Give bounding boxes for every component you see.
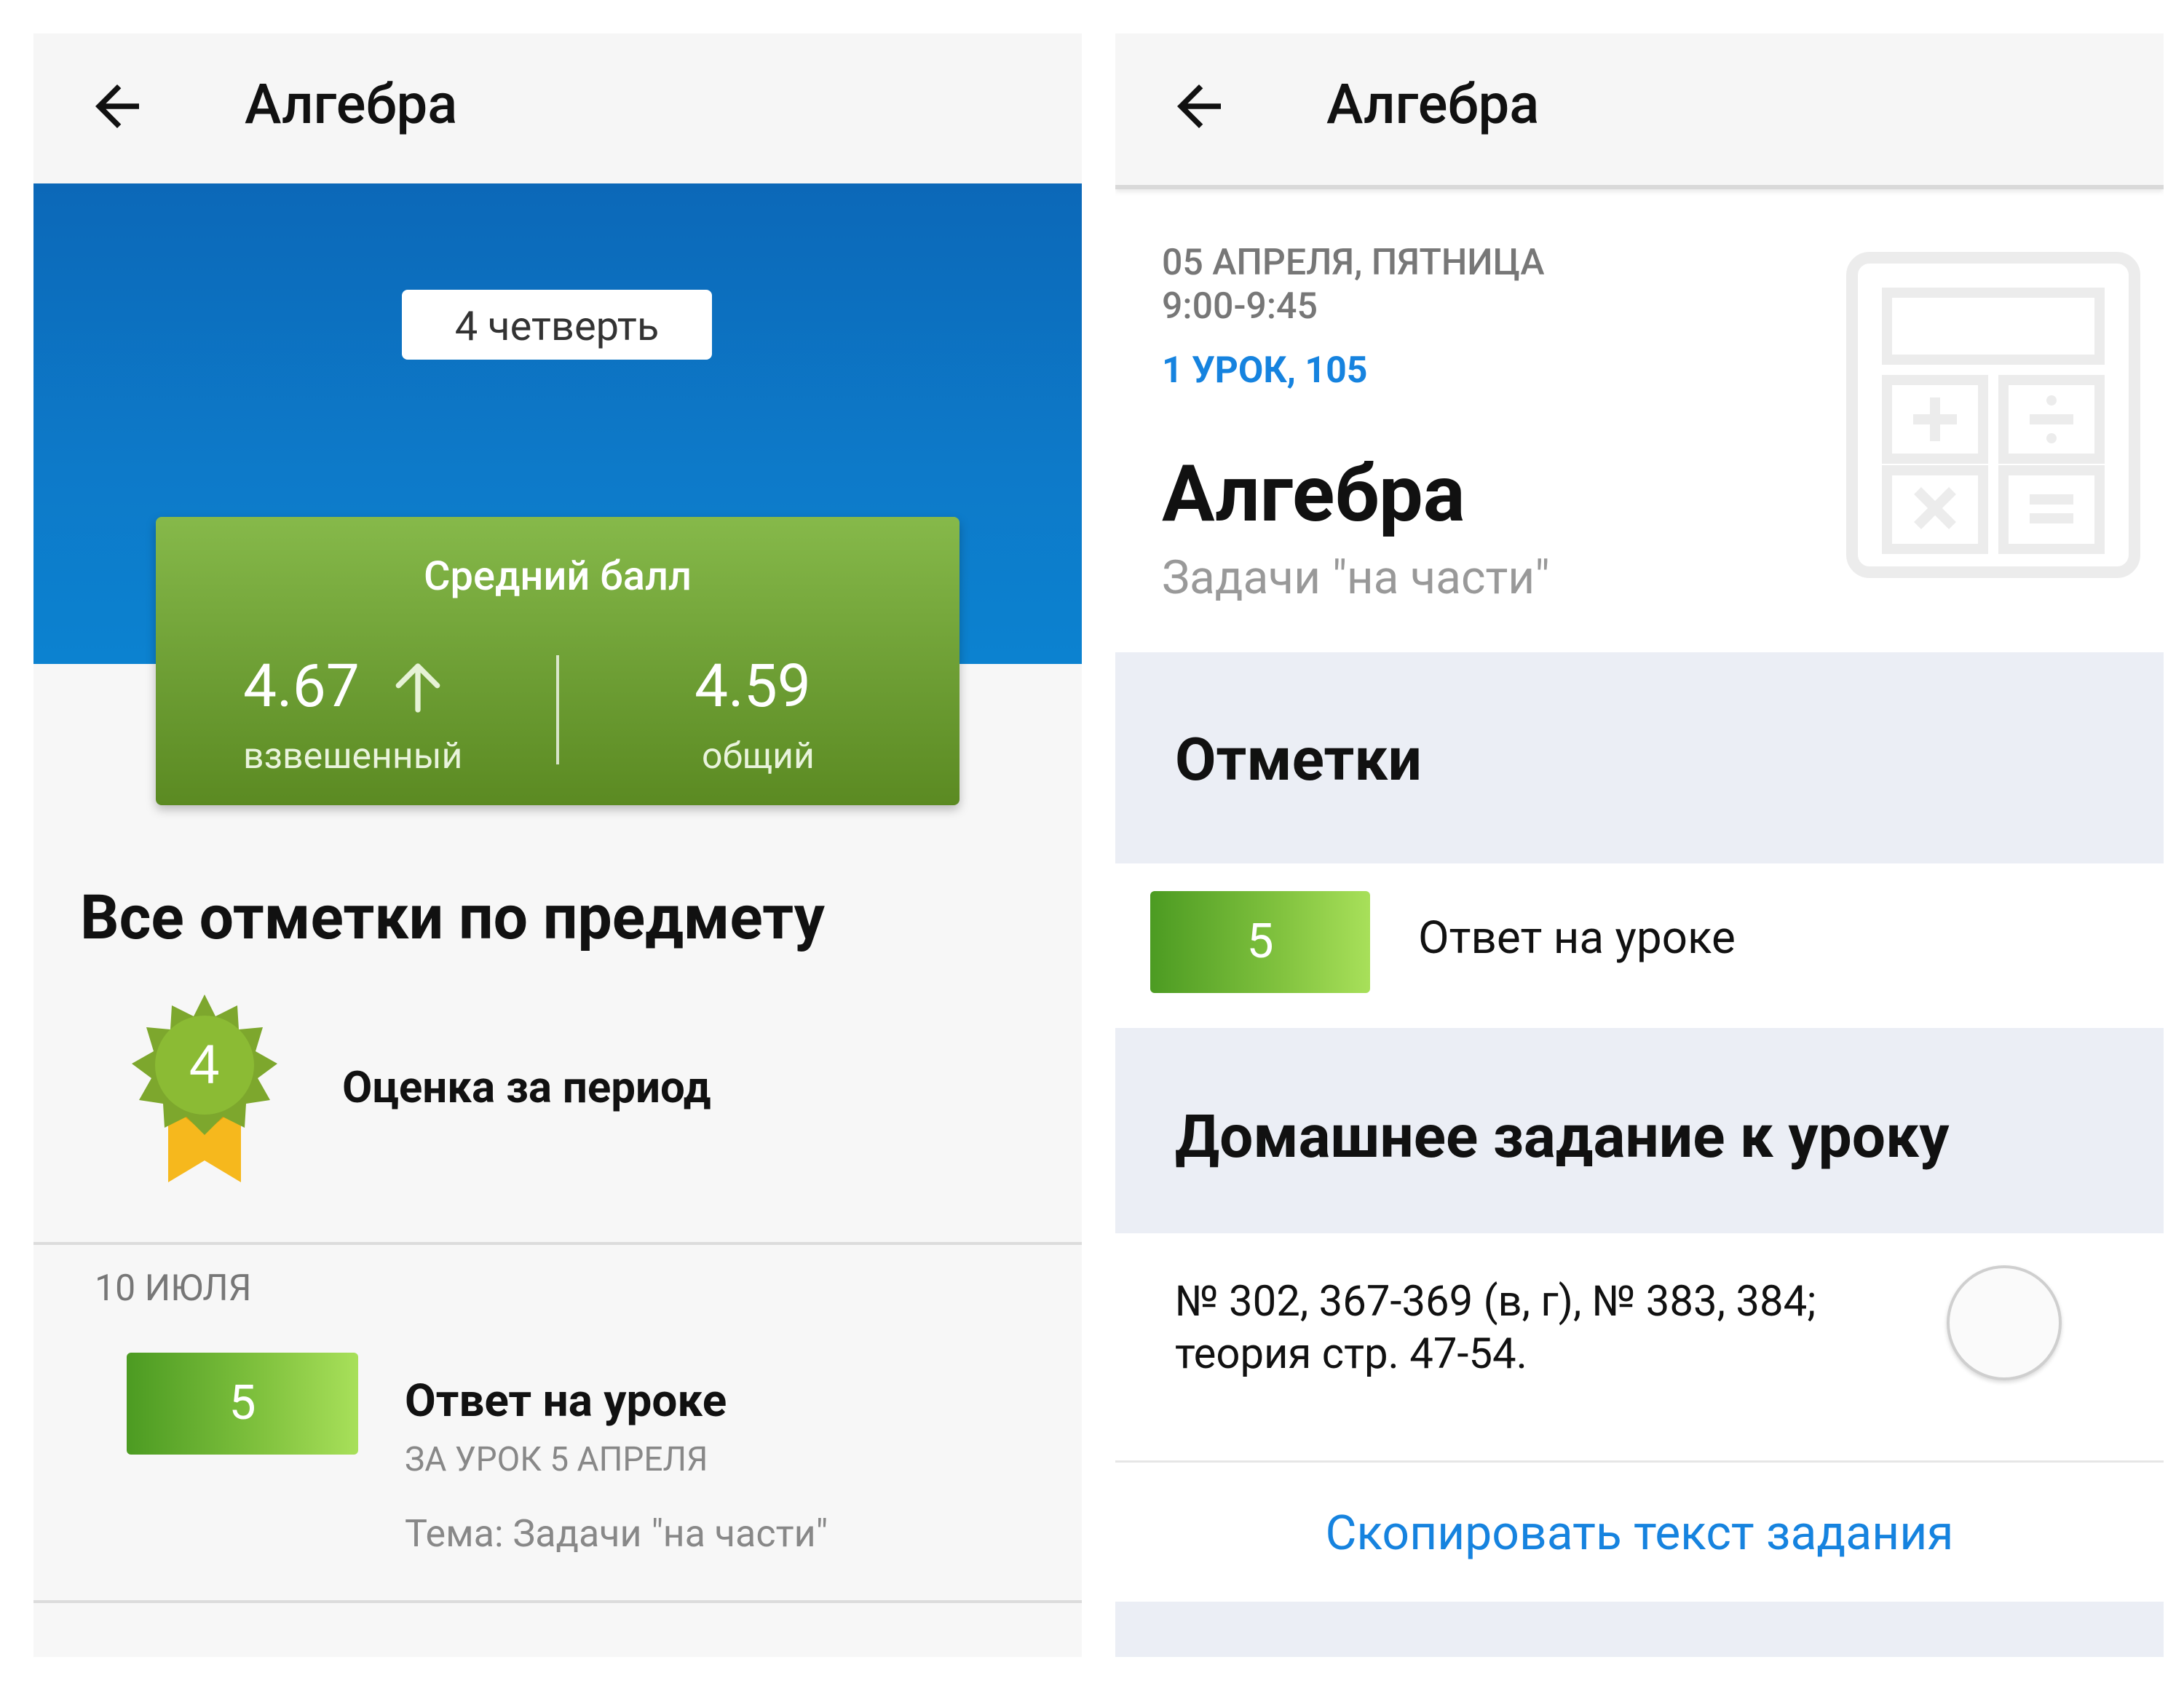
copy-homework-link[interactable]: Скопировать текст задания [1115, 1506, 2164, 1562]
marks-section-title: Отметки [1175, 725, 1422, 795]
back-arrow-icon[interactable] [1166, 74, 1232, 139]
mark-label: Ответ на уроке [1418, 911, 1736, 965]
lesson-topic: Задачи "на части" [1162, 550, 1550, 605]
homework-text-line: теория стр. 47-54. [1175, 1329, 1527, 1379]
section-divider [33, 1600, 1082, 1603]
grade-box[interactable]: 5 [1150, 891, 1370, 993]
marks-section-header: Отметки [1115, 652, 2164, 863]
toolbar: Алгебра [33, 33, 1082, 183]
lesson-number-room: 1 УРОК, 105 [1162, 349, 1368, 392]
entry-subtitle: ЗА УРОК 5 АПРЕЛЯ [405, 1440, 708, 1479]
calculator-icon [1846, 252, 2140, 578]
left-screen: Алгебра 4 четверть Средний балл 4.67 взв… [33, 33, 1082, 1657]
lesson-date: 05 АПРЕЛЯ, ПЯТНИЦА [1162, 242, 1545, 284]
period-grade-value: 4 [189, 1034, 220, 1096]
toolbar: Алгебра [1115, 33, 2164, 189]
lesson-subject: Алгебра [1162, 448, 1465, 540]
lesson-time: 9:00-9:45 [1162, 285, 1318, 328]
badge-icon: 4 [132, 994, 277, 1182]
section-divider [33, 1242, 1082, 1245]
period-grade-label: Оценка за период [342, 1061, 711, 1113]
homework-section-header: Домашнее задание к уроку [1115, 1028, 2164, 1233]
page-title: Алгебра [1326, 71, 1540, 137]
entry-theme: Тема: Задачи "на части" [405, 1511, 828, 1556]
grade-box[interactable]: 5 [127, 1353, 358, 1455]
overall-average-label: общий [702, 735, 815, 778]
page-title: Алгебра [245, 71, 458, 137]
all-marks-heading: Все отметки по предмету [80, 882, 825, 954]
next-section-header [1115, 1602, 2164, 1657]
average-divider [556, 655, 559, 764]
arrow-up-icon [395, 663, 440, 713]
homework-text: № 302, 367-369 (в, г), № 383, 384; теори… [1175, 1275, 1903, 1380]
homework-text-line: № 302, 367-369 (в, г), № 383, 384; [1175, 1277, 1816, 1326]
homework-done-checkbox[interactable] [1947, 1265, 2062, 1380]
average-title: Средний балл [423, 552, 692, 600]
homework-section-title: Домашнее задание к уроку [1175, 1102, 1950, 1172]
quarter-selector[interactable]: 4 четверть [402, 290, 712, 360]
average-score-card: Средний балл 4.67 взвешенный 4.59 общий [156, 517, 960, 805]
entry-title[interactable]: Ответ на уроке [405, 1375, 727, 1428]
right-screen: Алгебра 05 АПРЕЛЯ, ПЯТНИЦА 9:00-9:45 1 У… [1115, 33, 2164, 1657]
divider [1115, 1460, 2164, 1463]
weighted-average-value: 4.67 [243, 652, 360, 721]
entry-date: 10 ИЮЛЯ [95, 1267, 252, 1310]
back-arrow-icon[interactable] [84, 74, 150, 139]
overall-average-value: 4.59 [695, 652, 811, 721]
weighted-average-label: взвешенный [243, 735, 463, 778]
